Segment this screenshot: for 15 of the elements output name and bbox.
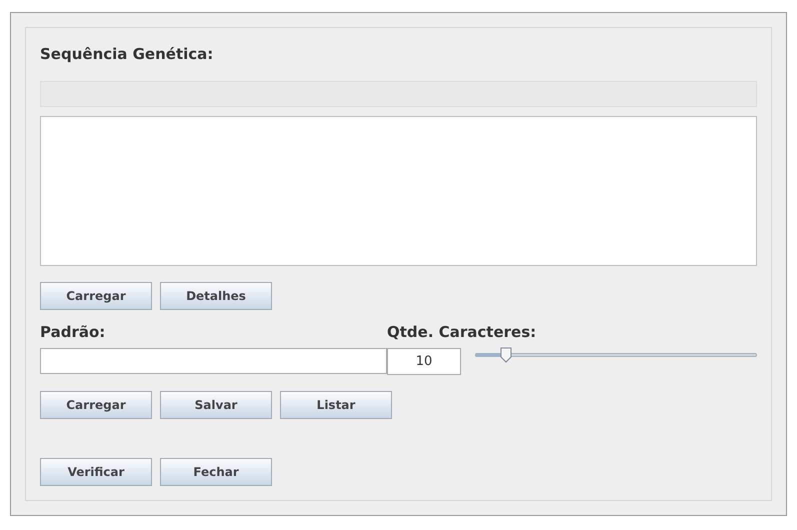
pattern-input-field[interactable] <box>40 348 387 374</box>
button[interactable]: Salvar <box>160 391 272 419</box>
char-count-slider[interactable] <box>475 346 757 362</box>
button[interactable]: Fechar <box>160 458 272 486</box>
char-count-label: Qtde. Caracteres: <box>387 322 538 342</box>
button[interactable]: Carregar <box>40 391 152 419</box>
button[interactable]: Verificar <box>40 458 152 486</box>
button[interactable]: Detalhes <box>160 282 272 310</box>
button[interactable]: Listar <box>280 391 392 419</box>
button[interactable]: Carregar <box>40 282 152 310</box>
pattern-label: Padrão: <box>40 322 106 342</box>
slider-thumb[interactable] <box>500 346 512 362</box>
char-count-field[interactable]: 10 <box>387 348 461 375</box>
section-title: Sequência Genética: <box>40 44 214 65</box>
sequence-text-area[interactable] <box>40 116 757 266</box>
